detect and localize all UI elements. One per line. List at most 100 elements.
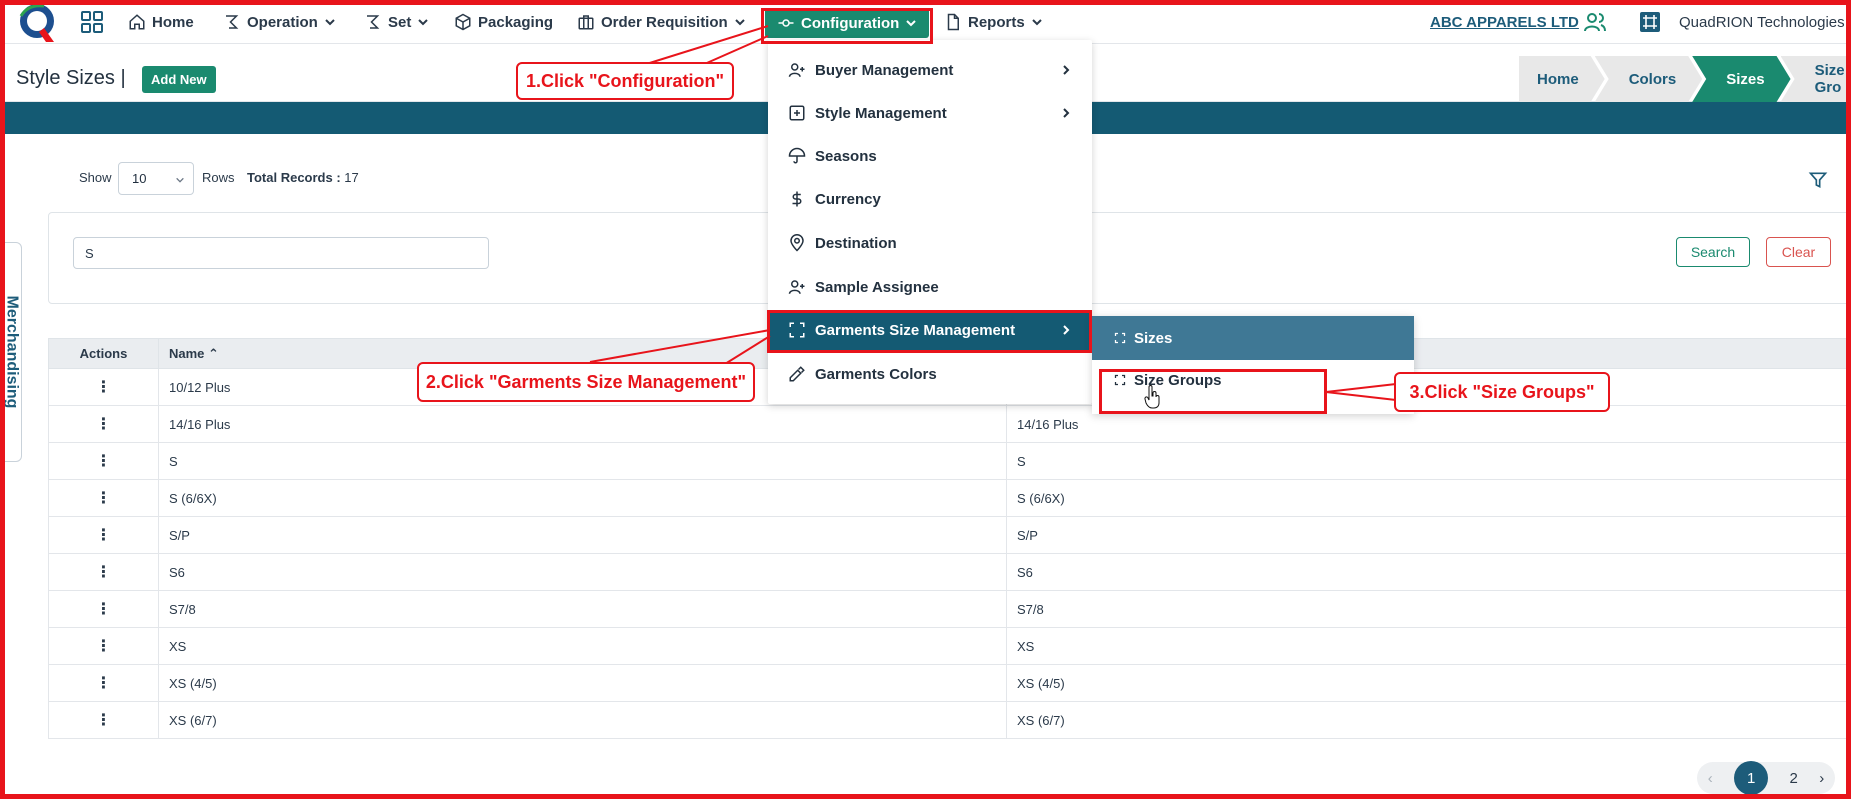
- pagination: ‹ 1 2 ›: [1697, 761, 1835, 795]
- total-records-label: Total Records :: [247, 170, 341, 185]
- row-actions-menu-icon[interactable]: ⋮: [48, 368, 159, 406]
- prev-page-button[interactable]: ‹: [1708, 770, 1713, 787]
- rows-per-page-select[interactable]: 10: [118, 162, 194, 195]
- home-icon: [129, 14, 145, 30]
- table-row: ⋮ S7/8 S7/8: [48, 590, 1851, 628]
- breadcrumb-size-groups[interactable]: Size Gro: [1781, 56, 1851, 102]
- commit-icon: [778, 19, 794, 27]
- file-icon: [947, 13, 959, 31]
- nav-home-label: Home: [152, 13, 194, 31]
- annotation-step-2: 2.Click "Garments Size Management": [417, 362, 755, 402]
- search-button[interactable]: Search: [1676, 237, 1750, 267]
- company-link[interactable]: ABC APPARELS LTD: [1430, 0, 1579, 44]
- breadcrumb-home[interactable]: Home: [1519, 56, 1605, 102]
- umbrella-icon: [788, 147, 806, 164]
- menu-item-currency[interactable]: Currency: [768, 179, 1092, 219]
- row-actions-menu-icon[interactable]: ⋮: [48, 479, 159, 517]
- set-icon: [367, 15, 380, 29]
- cell-value: S/P: [1006, 516, 1851, 554]
- menu-item-buyer-management[interactable]: Buyer Management: [768, 50, 1092, 90]
- chevron-down-icon: [1031, 19, 1042, 26]
- cell-name: S/P: [158, 516, 1007, 554]
- side-tab-label: Merchandising: [3, 295, 20, 409]
- nav-order-requisition[interactable]: Order Requisition: [577, 0, 746, 44]
- users-icon[interactable]: [1583, 0, 1607, 44]
- clear-button[interactable]: Clear: [1766, 237, 1831, 267]
- table-row: ⋮ S (6/6X) S (6/6X): [48, 479, 1851, 517]
- cell-value: S: [1006, 442, 1851, 480]
- row-actions-menu-icon[interactable]: ⋮: [48, 664, 159, 702]
- page-1-button[interactable]: 1: [1734, 761, 1769, 795]
- page-2-button[interactable]: 2: [1790, 770, 1798, 787]
- menu-item-style-management[interactable]: Style Management: [768, 93, 1092, 133]
- table-row: ⋮ XS (6/7) XS (6/7): [48, 701, 1851, 739]
- column-name-label: Name: [169, 345, 205, 361]
- scan-icon: [1114, 374, 1126, 386]
- nav-configuration[interactable]: Configuration: [765, 8, 930, 38]
- quadrion-logo[interactable]: [16, 2, 58, 44]
- menu-item-seasons[interactable]: Seasons: [768, 136, 1092, 176]
- submenu-item-sizes[interactable]: Sizes: [1092, 316, 1414, 360]
- chevron-down-icon: [906, 20, 917, 27]
- row-actions-menu-icon[interactable]: ⋮: [48, 627, 159, 665]
- nav-configuration-label: Configuration: [801, 14, 900, 32]
- breadcrumb-colors[interactable]: Colors: [1595, 56, 1703, 102]
- nav-set[interactable]: Set: [364, 0, 429, 44]
- nav-operation[interactable]: Operation: [223, 0, 336, 44]
- menu-item-garments-size-management[interactable]: Garments Size Management: [768, 310, 1092, 350]
- row-actions-menu-icon[interactable]: ⋮: [48, 553, 159, 591]
- scan-icon: [1114, 332, 1126, 344]
- submenu-item-size-groups[interactable]: Size Groups: [1092, 360, 1414, 400]
- table-row: ⋮ S6 S6: [48, 553, 1851, 591]
- merchandising-side-tab[interactable]: Merchandising: [0, 242, 22, 462]
- plus-square-icon: [789, 105, 805, 121]
- grid-hash-icon[interactable]: [1640, 0, 1660, 44]
- total-records-value: 17: [344, 170, 359, 185]
- palette-icon: [789, 366, 805, 382]
- menu-item-destination[interactable]: Destination: [768, 223, 1092, 263]
- cell-name: S6: [158, 553, 1007, 591]
- row-actions-menu-icon[interactable]: ⋮: [48, 516, 159, 554]
- row-actions-menu-icon[interactable]: ⋮: [48, 590, 159, 628]
- rows-per-page-value: 10: [132, 171, 147, 186]
- menu-item-garments-colors[interactable]: Garments Colors: [768, 354, 1092, 394]
- rows-label: Rows: [202, 170, 235, 185]
- user-plus-icon: [788, 280, 805, 294]
- cell-name: S7/8: [158, 590, 1007, 628]
- configuration-menu: Buyer Management Style Management Season…: [768, 40, 1092, 404]
- filter-icon[interactable]: [1808, 170, 1828, 190]
- menu-item-sample-assignee[interactable]: Sample Assignee: [768, 267, 1092, 307]
- cell-value: XS (4/5): [1006, 664, 1851, 702]
- row-actions-menu-icon[interactable]: ⋮: [48, 442, 159, 480]
- org-name[interactable]: QuadRION Technologies: [1679, 0, 1845, 44]
- menu-item-label: Garments Colors: [815, 365, 937, 383]
- size-management-submenu: Sizes Size Groups: [1092, 316, 1414, 414]
- briefcase-icon: [578, 15, 594, 30]
- nav-reports[interactable]: Reports: [944, 0, 1043, 44]
- dollar-icon: [792, 191, 802, 207]
- nav-reports-label: Reports: [968, 13, 1025, 31]
- cell-name: XS: [158, 627, 1007, 665]
- cell-value: S6: [1006, 553, 1851, 591]
- column-actions: Actions: [48, 338, 159, 369]
- nav-packaging-label: Packaging: [478, 13, 554, 31]
- apps-grid-icon[interactable]: [80, 10, 104, 34]
- next-page-button[interactable]: ›: [1819, 770, 1824, 787]
- menu-item-label: Buyer Management: [815, 61, 954, 79]
- map-pin-icon: [790, 234, 804, 252]
- menu-item-label: Destination: [815, 234, 897, 252]
- add-new-button[interactable]: Add New: [142, 66, 216, 93]
- total-records: Total Records : 17: [247, 170, 359, 185]
- search-input[interactable]: [73, 237, 489, 269]
- hand-cursor-icon: [1144, 385, 1160, 409]
- scan-icon: [789, 322, 805, 338]
- row-actions-menu-icon[interactable]: ⋮: [48, 405, 159, 443]
- breadcrumb-sizes[interactable]: Sizes: [1692, 56, 1790, 102]
- nav-set-label: Set: [388, 13, 412, 31]
- row-actions-menu-icon[interactable]: ⋮: [48, 701, 159, 739]
- submenu-item-label: Sizes: [1134, 329, 1173, 347]
- table-body: ⋮ 10/12 Plus ⋮ 14/16 Plus 14/16 Plus ⋮ S S ⋮ S (6…: [48, 368, 1851, 739]
- nav-packaging[interactable]: Packaging: [454, 0, 553, 44]
- user-plus-icon: [788, 63, 805, 77]
- nav-home[interactable]: Home: [128, 0, 194, 44]
